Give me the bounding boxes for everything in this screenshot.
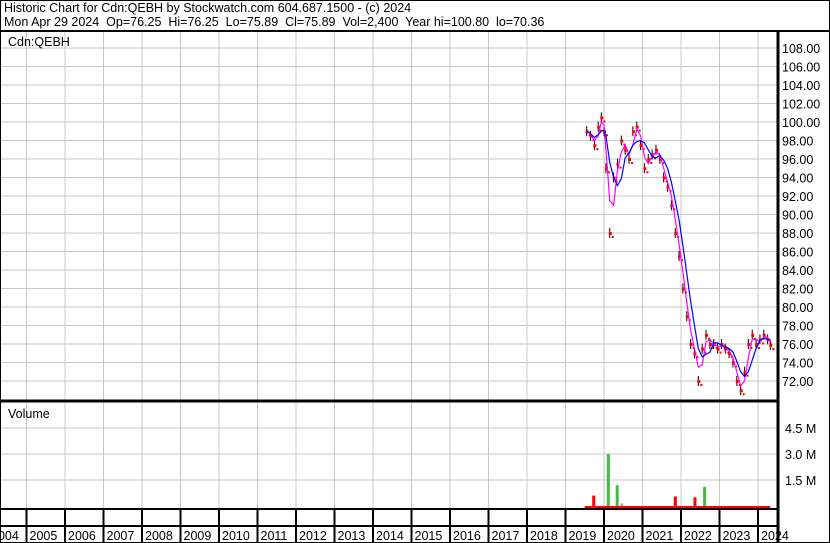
price-point — [761, 342, 764, 345]
price-point — [751, 333, 755, 337]
year-label: 2023 — [723, 529, 751, 543]
price-tick-label: 108.00 — [782, 42, 820, 56]
year-label: 2020 — [607, 529, 635, 543]
price-tick-label: 100.00 — [782, 116, 820, 130]
price-point — [701, 347, 705, 351]
year-label: 2013 — [338, 529, 366, 543]
panel-label-volume: Volume — [8, 407, 50, 421]
year-label: 2005 — [30, 529, 58, 543]
chart-canvas: Cdn:QEBH Volume 108.00 106.00 104.00 102.00 10… — [0, 0, 830, 543]
price-tick-label: 76.00 — [782, 338, 813, 352]
price-point — [593, 144, 597, 148]
price-point — [600, 116, 604, 120]
volume-tick-label: 4.5 M — [785, 422, 816, 436]
price-point — [643, 167, 647, 171]
price-point — [619, 166, 622, 169]
price-point — [769, 344, 773, 348]
year-label: 2019 — [569, 529, 597, 543]
price-point — [654, 148, 658, 152]
price-point — [608, 232, 612, 235]
price-point — [719, 351, 722, 354]
year-label: 2018 — [530, 529, 558, 543]
year-label: 2021 — [646, 529, 674, 543]
year-label: 2015 — [415, 529, 443, 543]
price-point — [735, 380, 739, 383]
price-point — [747, 343, 751, 346]
price-point — [611, 236, 614, 238]
price-point — [689, 343, 693, 346]
price-tick-label: 104.00 — [782, 79, 820, 93]
volume-bar — [703, 486, 707, 508]
year-label: 2008 — [145, 529, 173, 543]
price-point — [772, 348, 775, 351]
price-point — [596, 148, 599, 151]
price-point — [635, 125, 639, 129]
year-label: 2017 — [492, 529, 520, 543]
price-point — [646, 171, 649, 174]
price-tick-label: 90.00 — [782, 209, 813, 223]
price-tick-label: 102.00 — [782, 98, 820, 112]
price-point — [697, 380, 701, 383]
price-point — [708, 343, 712, 346]
price-tick-label: 106.00 — [782, 61, 820, 75]
price-point — [746, 374, 749, 377]
price-tick-label: 94.00 — [782, 172, 813, 186]
price-point — [762, 333, 766, 337]
price-tick-label: 82.00 — [782, 283, 813, 297]
volume-tick-label: 3.0 M — [785, 448, 816, 462]
year-label: 2016 — [453, 529, 481, 543]
year-label: 2014 — [376, 529, 404, 543]
price-tick-label: 88.00 — [782, 227, 813, 241]
price-point — [631, 130, 635, 134]
year-label: 2010 — [222, 529, 250, 543]
price-tick-label: 84.00 — [782, 264, 813, 278]
price-point — [631, 162, 634, 164]
long-ma-line — [586, 129, 771, 378]
year-label: 2009 — [184, 529, 212, 543]
price-point — [638, 129, 641, 132]
volume-bar — [606, 454, 610, 508]
price-tick-label: 92.00 — [782, 190, 813, 204]
price-tick-label: 98.00 — [782, 135, 813, 149]
price-point — [716, 347, 720, 351]
price-point — [603, 120, 606, 123]
year-label: 2012 — [299, 529, 327, 543]
price-point — [628, 158, 632, 161]
price-point — [739, 389, 743, 393]
price-point — [620, 139, 624, 143]
year-label: 2004 — [0, 529, 19, 543]
price-point — [650, 162, 653, 164]
year-label: 2011 — [261, 529, 288, 543]
price-tick-label: 72.00 — [782, 375, 813, 389]
year-label: 2007 — [107, 529, 135, 543]
stock-chart: Historic Chart for Cdn:QEBH by Stockwatc… — [0, 0, 830, 543]
price-point — [758, 347, 761, 349]
short-ma-line — [586, 120, 771, 387]
price-tick-label: 80.00 — [782, 301, 813, 315]
price-tick-label: 74.00 — [782, 357, 813, 371]
price-point — [700, 384, 703, 386]
outer-border — [0, 0, 830, 543]
price-point — [662, 176, 666, 180]
volume-tick-label: 1.5 M — [785, 474, 816, 488]
volume-bar — [615, 485, 619, 508]
panel-label-price: Cdn:QEBH — [8, 35, 70, 49]
price-tick-label: 78.00 — [782, 320, 813, 334]
price-tick-label: 86.00 — [782, 246, 813, 260]
year-label: 2022 — [684, 529, 712, 543]
year-label: 2024 — [761, 529, 789, 543]
volume-baseline-bars — [584, 506, 771, 508]
price-point — [705, 333, 709, 337]
price-point — [742, 393, 745, 396]
price-tick-label: 96.00 — [782, 153, 813, 167]
year-label: 2006 — [68, 529, 96, 543]
